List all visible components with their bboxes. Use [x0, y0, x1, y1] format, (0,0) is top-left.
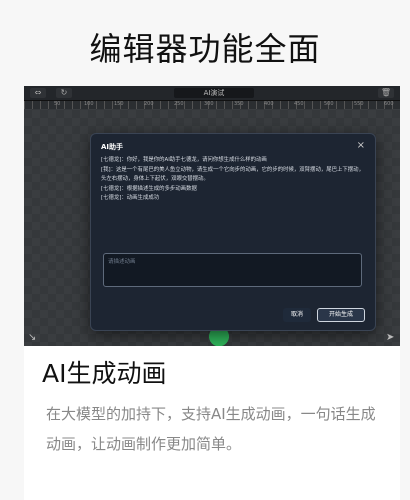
- chat-message: [七德龙]：根据描述生成的多步动画数据: [101, 185, 197, 192]
- ruler-mark: 600: [384, 101, 394, 107]
- trash-icon[interactable]: 🗑: [378, 88, 394, 98]
- ruler-mark: 50: [54, 101, 61, 107]
- ruler-mark: 300: [204, 101, 214, 107]
- editor-screenshot: ⇔ ↻ AI演试 🗑 50 100 150 200 250 300 350 40…: [24, 86, 400, 346]
- cursor-icon: ➤: [386, 332, 395, 343]
- chat-message: [我]：这是一个有尾巴的美人鱼立动物，请生成一个它向步的动画，它的步的时候，双臂…: [101, 166, 364, 183]
- chat-message: [七德龙]：动画生成成功: [101, 195, 160, 201]
- page-title: 编辑器功能全面: [89, 30, 321, 68]
- chat-history: [七德龙]：你好，我是你的AI助手七德龙，请问你想生成什么样的动画 [我]：这是…: [101, 156, 365, 204]
- ruler-mark: 550: [354, 101, 364, 107]
- window-title: AI演试: [174, 88, 254, 98]
- ruler-mark: 100: [84, 101, 94, 107]
- feature-card: ⇔ ↻ AI演试 🗑 50 100 150 200 250 300 350 40…: [24, 86, 400, 500]
- ruler-mark: 450: [294, 101, 304, 107]
- generate-button[interactable]: 开始生成: [317, 308, 365, 322]
- editor-toolbar: ⇔ ↻ AI演试 🗑: [24, 86, 400, 101]
- feature-description: 在大模型的加持下，支持AI生成动画，一句话生成动画，让动画制作更加简单。: [46, 405, 376, 453]
- resize-handle-icon[interactable]: ↘: [28, 332, 36, 343]
- ai-assistant-dialog: AI助手 × [七德龙]：你好，我是你的AI助手七德龙，请问你想生成什么样的动画…: [90, 133, 376, 331]
- close-icon[interactable]: ×: [357, 140, 365, 151]
- feature-heading: AI生成动画: [42, 359, 167, 388]
- prompt-input[interactable]: [103, 253, 362, 287]
- ruler-mark: 250: [174, 101, 184, 107]
- refresh-icon[interactable]: ↻: [56, 88, 72, 98]
- expand-icon[interactable]: ⇔: [30, 88, 46, 98]
- dialog-title: AI助手: [101, 143, 124, 151]
- ruler-mark: 150: [114, 101, 124, 107]
- ruler-mark: 350: [234, 101, 244, 107]
- chat-message: [七德龙]：你好，我是你的AI助手七德龙，请问你想生成什么样的动画: [101, 157, 267, 163]
- ruler-mark: 400: [264, 101, 274, 107]
- cancel-button[interactable]: 取消: [283, 308, 311, 322]
- ruler-mark: 500: [324, 101, 334, 107]
- ruler-mark: 200: [144, 101, 154, 107]
